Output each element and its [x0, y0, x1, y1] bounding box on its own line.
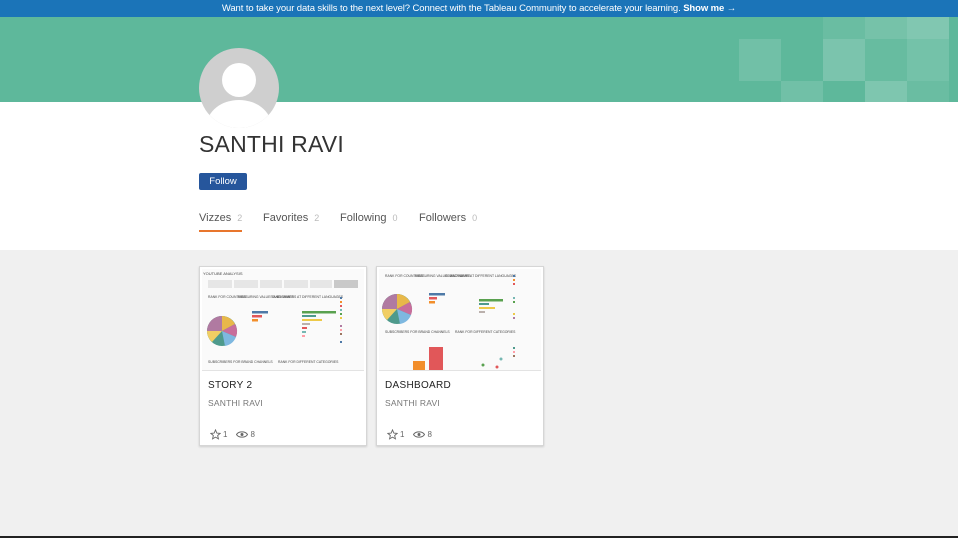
views-stat: 8	[236, 430, 255, 439]
favorite-count: 1	[223, 430, 228, 439]
thumb-label: SUBSCRIBERS AT DIFFERENT LANGUAGES	[445, 274, 517, 278]
favorite-stat[interactable]: 1	[387, 429, 404, 440]
thumb-label: SUBSCRIBERS FOR BRAND CHANNELS	[208, 360, 273, 364]
thumb-label: SUBSCRIBERS AT DIFFERENT LANGUAGES	[272, 295, 344, 299]
tab-count: 2	[314, 213, 320, 223]
viz-thumbnail[interactable]: YOUTUBE ANALYSIS RANK FOR COUNTRIES MEAS…	[202, 269, 364, 371]
tab-favorites[interactable]: Favorites 2	[263, 212, 319, 232]
profile-section	[0, 102, 958, 250]
user-avatar-icon	[199, 48, 279, 128]
tab-count: 0	[472, 213, 478, 223]
viz-title[interactable]: STORY 2	[208, 380, 252, 391]
community-banner: Want to take your data skills to the nex…	[0, 0, 958, 17]
banner-text: Want to take your data skills to the nex…	[221, 3, 681, 14]
tab-label: Followers	[419, 212, 467, 224]
star-icon	[387, 429, 398, 440]
thumb-label: RANK FOR DIFFERENT CATEGORIES	[278, 360, 339, 364]
favorite-stat[interactable]: 1	[210, 429, 227, 440]
viz-author[interactable]: SANTHI RAVI	[385, 398, 440, 408]
thumb-header: YOUTUBE ANALYSIS	[203, 271, 243, 276]
tab-label: Vizzes	[199, 212, 232, 224]
eye-icon	[236, 431, 249, 438]
tab-label: Favorites	[263, 212, 309, 224]
tab-following[interactable]: Following 0	[340, 212, 397, 232]
viz-stats: 1 8	[210, 429, 264, 440]
thumb-label: RANK FOR DIFFERENT CATEGORIES	[455, 330, 516, 334]
tab-vizzes[interactable]: Vizzes 2	[199, 212, 243, 232]
views-stat: 8	[413, 430, 432, 439]
viz-author[interactable]: SANTHI RAVI	[208, 398, 263, 408]
views-count: 8	[427, 430, 432, 439]
viz-stats: 1 8	[387, 429, 441, 440]
tab-count: 2	[237, 213, 243, 223]
thumb-label: SUBSCRIBERS FOR BRAND CHANNELS	[385, 330, 450, 334]
profile-hero	[0, 17, 958, 102]
views-count: 8	[250, 430, 255, 439]
follow-button[interactable]: Follow	[199, 173, 247, 190]
profile-name: SANTHI RAVI	[199, 131, 344, 157]
viz-thumbnail[interactable]: RANK FOR COUNTRIES MEASURING VALUES AND …	[379, 269, 541, 371]
viz-card[interactable]: RANK FOR COUNTRIES MEASURING VALUES AND …	[376, 266, 544, 446]
viz-card[interactable]: YOUTUBE ANALYSIS RANK FOR COUNTRIES MEAS…	[199, 266, 367, 446]
star-icon	[210, 429, 221, 440]
show-me-link[interactable]: Show me →	[683, 3, 736, 14]
viz-title[interactable]: DASHBOARD	[385, 380, 451, 391]
tab-label: Following	[340, 212, 387, 224]
tab-count: 0	[392, 213, 398, 223]
favorite-count: 1	[400, 430, 405, 439]
tab-followers[interactable]: Followers 0	[419, 212, 477, 232]
eye-icon	[413, 431, 426, 438]
